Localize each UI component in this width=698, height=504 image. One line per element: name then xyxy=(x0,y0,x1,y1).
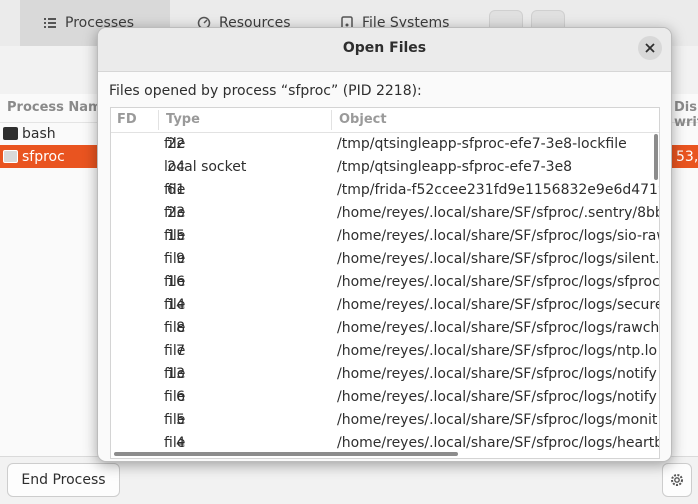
file-type: file xyxy=(164,343,186,359)
file-row[interactable]: 22 file/tmp/qtsingleapp-sfproc-efe7-3e8-l… xyxy=(111,134,659,157)
column-type[interactable]: Type xyxy=(166,112,200,127)
file-object: /home/reyes/.local/share/SF/sfproc/logs/… xyxy=(337,251,659,267)
file-type: file xyxy=(164,251,186,267)
column-divider xyxy=(331,110,332,130)
file-object: /home/reyes/.local/share/SF/sfproc/logs/… xyxy=(337,389,657,405)
file-row[interactable]: 15 file/home/reyes/.local/share/SF/sfproc… xyxy=(111,226,659,249)
file-row[interactable]: 7 file/home/reyes/.local/share/SF/sfproc/… xyxy=(111,341,659,364)
file-object: /home/reyes/.local/share/SF/sfproc/logs/… xyxy=(337,228,659,244)
process-properties-button[interactable] xyxy=(662,463,692,497)
file-object: /home/reyes/.local/share/SF/sfproc/logs/… xyxy=(337,343,658,359)
list-icon xyxy=(44,18,56,28)
file-row[interactable]: 24 local socket/tmp/qtsingleapp-sfproc-ef… xyxy=(111,157,659,180)
process-name: bash xyxy=(22,125,56,142)
application-icon xyxy=(3,150,18,163)
file-row[interactable]: 16 file/home/reyes/.local/share/SF/sfproc… xyxy=(111,272,659,295)
file-object: /home/reyes/.local/share/SF/sfproc/logs/… xyxy=(337,412,658,428)
file-type: file xyxy=(164,435,186,451)
column-fd[interactable]: FD xyxy=(117,112,137,127)
file-type: file xyxy=(164,389,186,405)
file-object: /home/reyes/.local/share/SF/sfproc/.sent… xyxy=(337,205,659,221)
horizontal-scrollbar[interactable] xyxy=(114,452,458,456)
open-files-list[interactable]: FD Type Object 22 file/tmp/qtsingleapp-sf… xyxy=(110,107,660,459)
file-row[interactable]: 9 file/home/reyes/.local/share/SF/sfproc/… xyxy=(111,249,659,272)
process-disk-write: 53, xyxy=(676,148,698,165)
file-type: file xyxy=(164,136,186,152)
file-object: /home/reyes/.local/share/SF/sfproc/logs/… xyxy=(337,366,657,382)
file-type: file xyxy=(164,228,186,244)
dialog-title: Open Files xyxy=(342,40,427,56)
close-button[interactable] xyxy=(638,36,662,60)
file-row[interactable]: 61 file/tmp/frida-f52ccee231fd9e1156832e9… xyxy=(111,180,659,203)
column-process-name[interactable]: Process Name xyxy=(7,100,110,115)
file-type: file xyxy=(164,182,186,198)
file-row[interactable]: 5 file/home/reyes/.local/share/SF/sfproc/… xyxy=(111,410,659,433)
file-type: file xyxy=(164,412,186,428)
end-process-button[interactable]: End Process xyxy=(7,463,120,497)
file-object: /tmp/qtsingleapp-sfproc-efe7-3e8-lockfil… xyxy=(337,136,627,152)
file-object: /home/reyes/.local/share/SF/sfproc/logs/… xyxy=(337,320,659,336)
file-type: file xyxy=(164,320,186,336)
open-files-header: FD Type Object xyxy=(111,108,659,133)
vertical-scrollbar[interactable] xyxy=(654,134,658,180)
file-type: local socket xyxy=(164,159,247,175)
file-row[interactable]: 13 file/home/reyes/.local/share/SF/sfproc… xyxy=(111,364,659,387)
file-row[interactable]: 23 file/home/reyes/.local/share/SF/sfproc… xyxy=(111,203,659,226)
file-object: /tmp/frida-f52ccee231fd9e1156832e9e6d471… xyxy=(337,182,659,198)
column-divider xyxy=(158,110,159,130)
close-icon xyxy=(645,43,655,53)
open-files-dialog: Open Files Files opened by process “sfpr… xyxy=(97,27,672,462)
file-row[interactable]: 14 file/home/reyes/.local/share/SF/sfproc… xyxy=(111,295,659,318)
file-type: file xyxy=(164,274,186,290)
file-object: /home/reyes/.local/share/SF/sfproc/logs/… xyxy=(337,297,659,313)
file-type: file xyxy=(164,205,186,221)
file-type: file xyxy=(164,297,186,313)
terminal-icon xyxy=(3,127,18,140)
file-row[interactable]: 6 file/home/reyes/.local/share/SF/sfproc/… xyxy=(111,387,659,410)
file-row[interactable]: 8 file/home/reyes/.local/share/SF/sfproc/… xyxy=(111,318,659,341)
process-name: sfproc xyxy=(22,148,65,165)
gear-icon xyxy=(671,474,683,486)
file-type: file xyxy=(164,366,186,382)
file-object: /home/reyes/.local/share/SF/sfproc/logs/… xyxy=(337,274,659,290)
dialog-description: Files opened by process “sfproc” (PID 22… xyxy=(109,83,422,99)
file-object: /tmp/qtsingleapp-sfproc-efe7-3e8 xyxy=(337,159,573,175)
dialog-titlebar: Open Files xyxy=(98,28,671,72)
file-object: /home/reyes/.local/share/SF/sfproc/logs/… xyxy=(337,435,659,451)
column-object[interactable]: Object xyxy=(339,112,387,127)
